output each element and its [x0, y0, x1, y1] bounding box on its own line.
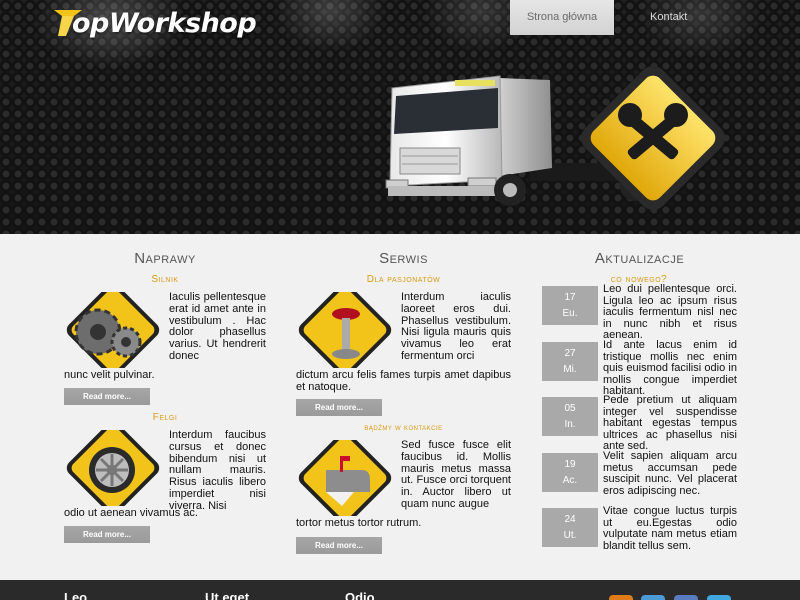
news-text: Leo dui pellentesque orci. Ligula leo ac…: [603, 283, 737, 342]
item-text-tail: tortor metus tortor rutrum.: [296, 517, 422, 529]
item-subtitle: Felgi: [152, 412, 178, 423]
list-item: Iaculis pellentesque erat id amet ante i…: [64, 291, 266, 407]
item-text-tail: odio ut aenean vivamus ac.: [64, 507, 198, 519]
nav-contact[interactable]: Kontakt: [614, 0, 734, 35]
news-date-badge: 17 Eu.: [542, 286, 598, 325]
footer-heading: Odio: [345, 590, 375, 600]
twitter-icon[interactable]: [641, 595, 665, 600]
column-title: Aktualizacje: [594, 250, 685, 267]
item-text: Iaculis pellentesque erat id amet ante i…: [169, 291, 266, 362]
footer-heading: Ut eget: [205, 590, 250, 600]
news-day: 19: [564, 459, 576, 470]
news-text: Vitae congue luctus turpis ut eu.Egestas…: [603, 505, 737, 552]
news-month: Mi.: [563, 364, 577, 375]
news-month: In.: [564, 419, 576, 430]
news-day: 17: [564, 292, 576, 303]
read-more-button[interactable]: Read more...: [64, 526, 150, 543]
news-text: Velit sapien aliquam arcu metus accumsan…: [603, 450, 737, 497]
column-naprawy: Naprawy: [64, 234, 266, 267]
item-subtitle: Dla pasjonatów: [366, 274, 441, 285]
news-month: Ut.: [563, 530, 577, 541]
read-more-button[interactable]: Read more...: [64, 388, 150, 405]
list-item: Interdum faucibus cursus et donec bibend…: [64, 429, 266, 545]
list-item: Sed fusce fusce elit faucibus id. Mollis…: [296, 439, 511, 555]
item-text: Interdum iaculis laoreet eros dui. Phase…: [401, 291, 511, 362]
facebook-icon[interactable]: [674, 595, 698, 600]
skype-icon[interactable]: [707, 595, 731, 600]
rim-icon: [66, 430, 160, 506]
read-more-button[interactable]: Read more...: [296, 537, 382, 554]
news-date-badge: 19 Ac.: [542, 453, 598, 492]
item-text: Interdum faucibus cursus et donec bibend…: [169, 429, 266, 512]
news-day: 05: [564, 403, 576, 414]
news-date-badge: 27 Mi.: [542, 342, 598, 381]
news-month: Ac.: [562, 475, 578, 486]
item-text-tail: nunc velit pulvinar.: [64, 369, 155, 381]
column-title: Serwis: [379, 250, 428, 267]
column-title: Naprawy: [134, 250, 196, 267]
content-area: Naprawy Silnik Iaculis pellentesque erat…: [0, 234, 800, 580]
mailbox-icon: [298, 440, 392, 516]
nav-home[interactable]: Strona główna: [510, 0, 614, 35]
news-month: Eu.: [562, 308, 578, 319]
rss-icon[interactable]: [609, 595, 633, 600]
stool-icon: [298, 292, 392, 368]
main-nav: Strona główna Kontakt: [510, 0, 734, 35]
column-serwis: Serwis: [296, 234, 511, 267]
tools-badge-icon: [581, 66, 725, 210]
header: opWorkshop Strona główna Kontakt: [0, 0, 800, 234]
logo[interactable]: opWorkshop: [52, 6, 257, 40]
list-item: Interdum iaculis laoreet eros dui. Phase…: [296, 291, 511, 417]
item-subtitle: bądźmy w kontakcie: [364, 423, 443, 432]
logo-text: opWorkshop: [72, 8, 257, 39]
item-text: Sed fusce fusce elit faucibus id. Mollis…: [401, 439, 511, 510]
news-date-badge: 24 Ut.: [542, 508, 598, 547]
footer: Leo Ut eget Odio: [0, 580, 800, 600]
footer-heading: Leo: [64, 590, 88, 600]
news-text: Pede pretium ut aliquam integer vel susp…: [603, 394, 737, 453]
news-text: Id ante lacus enim id tristique mollis n…: [603, 339, 737, 398]
news-day: 24: [564, 514, 576, 525]
news-date-badge: 05 In.: [542, 397, 598, 436]
item-text-tail: dictum arcu felis fames turpis amet dapi…: [296, 369, 511, 393]
column-aktualizacje: Aktualizacje: [542, 234, 737, 267]
read-more-button[interactable]: Read more...: [296, 399, 382, 416]
news-day: 27: [564, 348, 576, 359]
item-subtitle: Silnik: [151, 274, 179, 285]
gears-icon: [66, 292, 160, 368]
